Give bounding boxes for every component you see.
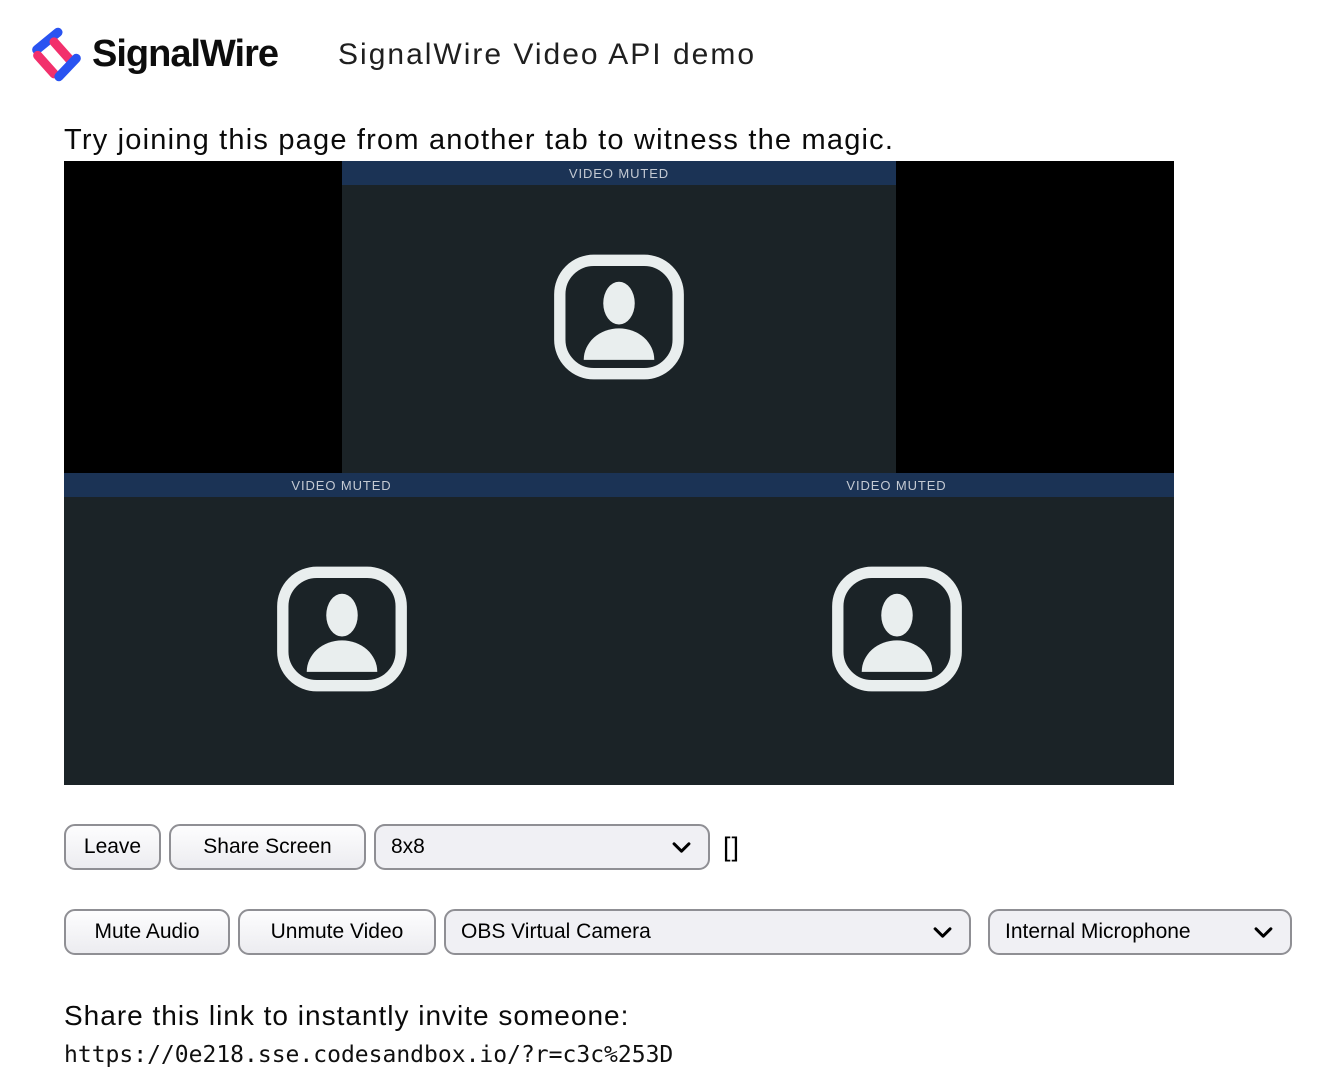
signalwire-logo-icon (30, 26, 83, 83)
chevron-down-icon (671, 841, 692, 854)
video-muted-label: VIDEO MUTED (846, 478, 946, 493)
brand-name: SignalWire (92, 33, 278, 76)
controls-row-2: Mute Audio Unmute Video OBS Virtual Came… (64, 909, 1336, 955)
layout-select-value: 8x8 (391, 835, 425, 859)
avatar-placeholder-icon (276, 566, 407, 692)
page-title: SignalWire Video API demo (338, 38, 756, 72)
avatar-placeholder-icon (554, 254, 685, 380)
avatar-placeholder-icon (831, 566, 962, 692)
video-tile-top: VIDEO MUTED (342, 161, 896, 473)
camera-select-value: OBS Virtual Camera (461, 920, 651, 944)
invite-text: Share this link to instantly invite some… (64, 999, 1336, 1033)
video-muted-label: VIDEO MUTED (569, 166, 669, 181)
video-tile-bottom-left: VIDEO MUTED (64, 473, 619, 785)
leave-button[interactable]: Leave (64, 824, 161, 870)
video-tile-bottom-right: VIDEO MUTED (619, 473, 1174, 785)
share-screen-button[interactable]: Share Screen (169, 824, 366, 870)
microphone-select-value: Internal Microphone (1005, 920, 1191, 944)
header: SignalWire SignalWire Video API demo (0, 0, 1336, 83)
video-muted-banner: VIDEO MUTED (342, 161, 896, 185)
chevron-down-icon (1253, 926, 1274, 939)
video-muted-label: VIDEO MUTED (291, 478, 391, 493)
members-list: [] (723, 832, 740, 863)
camera-select[interactable]: OBS Virtual Camera (444, 909, 971, 955)
mute-audio-button[interactable]: Mute Audio (64, 909, 230, 955)
video-muted-banner: VIDEO MUTED (619, 473, 1174, 497)
intro-text: Try joining this page from another tab t… (64, 123, 1336, 157)
brand: SignalWire (30, 26, 278, 83)
invite-url: https://0e218.sse.codesandbox.io/?r=c3c%… (64, 1042, 1336, 1068)
controls-row-1: Leave Share Screen 8x8 [] (64, 824, 1336, 870)
microphone-select[interactable]: Internal Microphone (988, 909, 1292, 955)
unmute-video-button[interactable]: Unmute Video (238, 909, 436, 955)
chevron-down-icon (932, 926, 953, 939)
video-muted-banner: VIDEO MUTED (64, 473, 619, 497)
video-canvas: VIDEO MUTED VIDEO MUTED VIDEO MUTED (64, 161, 1174, 785)
layout-select[interactable]: 8x8 (374, 824, 710, 870)
